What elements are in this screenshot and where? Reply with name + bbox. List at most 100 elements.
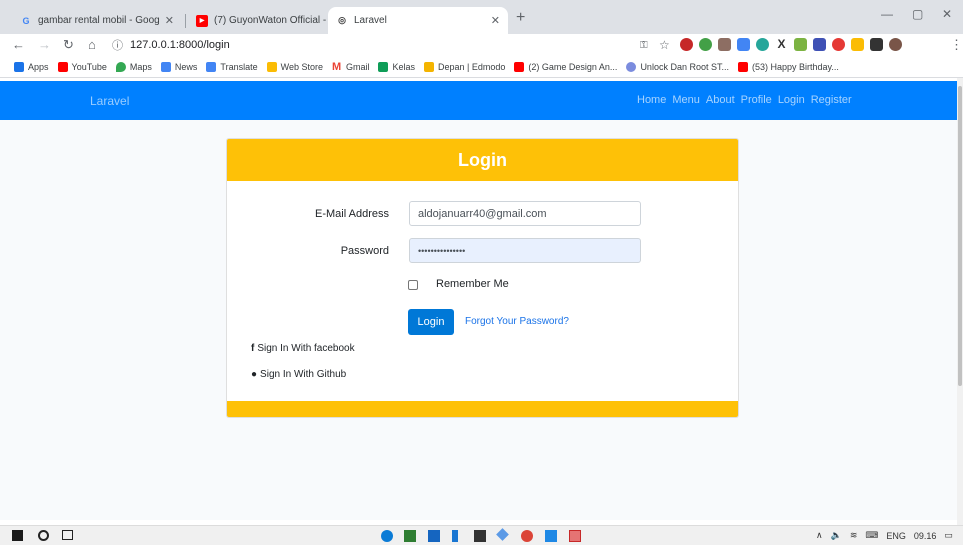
tab-title: (7) GuyonWaton Official - Perlah	[214, 15, 333, 26]
tab-separator	[185, 14, 186, 28]
forward-icon[interactable]: →	[38, 37, 51, 53]
facebook-signin-link[interactable]: f Sign In With facebook	[251, 343, 355, 354]
avatar[interactable]	[889, 38, 902, 51]
gmail-icon: M	[331, 60, 342, 73]
notification-icon[interactable]: ▭	[944, 530, 953, 541]
bookmark-label: Apps	[28, 61, 49, 72]
mail-icon[interactable]	[428, 530, 440, 542]
key-icon[interactable]: ⚿	[640, 38, 648, 54]
scrollbar-thumb[interactable]	[958, 86, 962, 386]
vscode-icon[interactable]	[545, 530, 557, 542]
puzzle-icon[interactable]	[870, 38, 883, 51]
page-scrollbar[interactable]	[957, 78, 963, 525]
bookmark-maps[interactable]: Maps	[115, 61, 152, 72]
bookmarks-bar: Apps YouTube Maps News Translate Web Sto…	[0, 56, 963, 78]
edmodo-icon	[424, 61, 434, 72]
star-icon[interactable]: ☆	[659, 37, 670, 53]
extension-icon[interactable]	[718, 38, 731, 51]
clock[interactable]: 09.16	[914, 531, 937, 541]
bookmark-webstore[interactable]: Web Store	[266, 61, 323, 72]
wifi-icon[interactable]: ≋	[850, 530, 858, 541]
volume-icon[interactable]: 🔈	[831, 530, 842, 541]
browser-tabstrip: G gambar rental mobil - Google Pe ✕ ▶ (7…	[0, 0, 963, 34]
search-icon[interactable]	[38, 530, 49, 541]
address-bar[interactable]: ⓘ 127.0.0.1:8000/login	[112, 36, 582, 54]
browser-tab-3[interactable]: ◎ Laravel ✕	[328, 7, 508, 34]
x-icon[interactable]: X	[775, 38, 788, 51]
nav-link-home[interactable]: Home	[637, 94, 666, 106]
nav-link-login[interactable]: Login	[778, 94, 805, 106]
remember-me-label[interactable]: Remember Me	[436, 278, 509, 290]
extension-icon[interactable]	[832, 38, 845, 51]
ublock-icon[interactable]	[680, 38, 693, 51]
browser-tab-1[interactable]: G gambar rental mobil - Google Pe ✕	[12, 7, 182, 34]
extension-icon[interactable]	[699, 38, 712, 51]
close-icon[interactable]: ✕	[491, 14, 500, 27]
back-icon[interactable]: ←	[12, 37, 25, 53]
maximize-icon[interactable]: ▢	[912, 7, 923, 21]
remember-me-checkbox[interactable]	[408, 280, 418, 290]
facebook-icon: f	[251, 343, 255, 354]
close-icon[interactable]: ✕	[165, 14, 174, 27]
chrome-icon[interactable]	[521, 530, 533, 542]
nav-link-profile[interactable]: Profile	[741, 94, 772, 106]
language-indicator[interactable]: ENG	[886, 531, 906, 541]
bookmark-kelas[interactable]: Kelas	[378, 61, 415, 72]
bookmark-unlock-root[interactable]: Unlock Dan Root ST...	[626, 61, 729, 72]
bookmark-gmail[interactable]: M Gmail	[331, 60, 369, 73]
github-signin-link[interactable]: ● Sign In With Github	[251, 369, 346, 380]
extension-icon[interactable]	[794, 38, 807, 51]
system-tray: ∧ 🔈 ≋ ⌨ ENG 09.16 ▭	[816, 530, 953, 541]
word-icon[interactable]	[452, 530, 458, 542]
bookmark-happy-birthday[interactable]: (53) Happy Birthday...	[737, 61, 839, 72]
google-icon: G	[22, 15, 30, 26]
bookmark-youtube[interactable]: YouTube	[57, 61, 107, 72]
bookmark-translate[interactable]: Translate	[206, 61, 258, 72]
home-icon[interactable]: ⌂	[88, 37, 96, 53]
bookmark-edmodo[interactable]: Depan | Edmodo	[424, 61, 506, 72]
chevron-up-icon[interactable]: ∧	[816, 530, 823, 541]
bookmark-apps[interactable]: Apps	[14, 61, 49, 72]
store-icon[interactable]	[404, 530, 416, 542]
menu-kebab-icon[interactable]: ⋮	[950, 37, 963, 53]
windows-taskbar: ∧ 🔈 ≋ ⌨ ENG 09.16 ▭	[0, 525, 963, 545]
bookmark-label: YouTube	[71, 61, 107, 72]
youtube-icon	[57, 61, 68, 72]
app-icon[interactable]	[496, 528, 509, 541]
github-signin-label: Sign In With Github	[260, 369, 347, 380]
youtube-icon	[737, 61, 748, 72]
minimize-icon[interactable]: —	[881, 7, 893, 21]
github-icon: ●	[251, 369, 258, 380]
bookmark-label: Web Store	[280, 61, 323, 72]
windows-start-icon[interactable]	[12, 530, 23, 541]
bookmark-label: Depan | Edmodo	[438, 61, 506, 72]
new-tab-icon[interactable]: +	[516, 9, 525, 27]
close-window-icon[interactable]: ✕	[942, 7, 952, 21]
password-field[interactable]: •••••••••••••••	[409, 238, 641, 263]
edge-icon[interactable]	[381, 530, 393, 542]
keyboard-icon[interactable]: ⌨	[865, 530, 878, 541]
app-icon[interactable]	[569, 530, 581, 542]
nav-link-register[interactable]: Register	[811, 94, 852, 106]
bookmark-game-design[interactable]: (2) Game Design An...	[514, 61, 617, 72]
translate-icon[interactable]	[737, 38, 750, 51]
lock-icon[interactable]	[474, 530, 486, 542]
youtube-icon	[514, 61, 525, 72]
nav-link-about[interactable]: About	[706, 94, 735, 106]
nav-link-menu[interactable]: Menu	[672, 94, 700, 106]
apps-grid-icon	[14, 61, 24, 72]
navbar-brand[interactable]: Laravel	[90, 94, 129, 108]
forgot-password-link[interactable]: Forgot Your Password?	[465, 316, 569, 327]
login-title: Login	[458, 149, 507, 170]
reload-icon[interactable]: ↻	[63, 37, 74, 53]
email-field[interactable]: aldojanuarr40@gmail.com	[409, 201, 641, 226]
task-view-icon[interactable]	[62, 530, 73, 540]
drive-icon[interactable]	[851, 38, 864, 51]
extension-icon[interactable]	[813, 38, 826, 51]
login-card-footer	[227, 401, 738, 417]
bookmark-news[interactable]: News	[160, 61, 197, 72]
info-icon[interactable]: ⓘ	[112, 37, 123, 53]
extension-icon[interactable]	[756, 38, 769, 51]
maps-icon	[115, 61, 126, 72]
login-button[interactable]: Login	[408, 309, 454, 335]
